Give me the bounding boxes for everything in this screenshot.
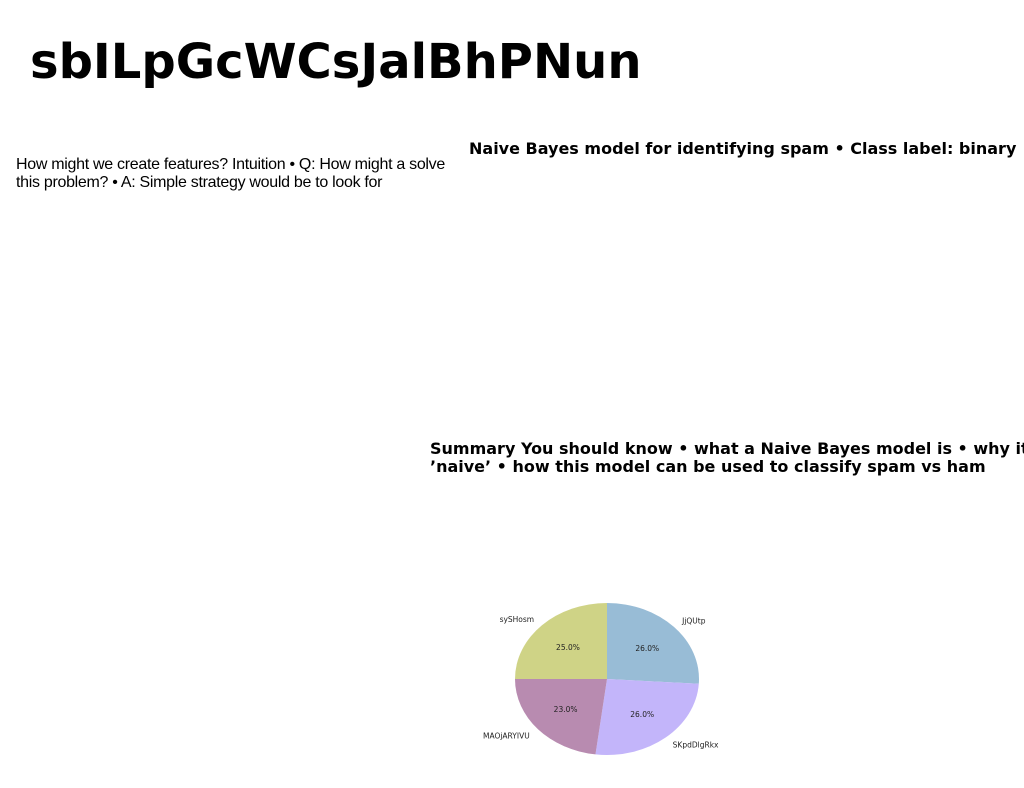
pie-category-label: sySHosm	[500, 615, 535, 624]
pie-category-label: SKpdDlgRkx	[673, 741, 719, 750]
summary-line-2: ’naive’ • how this model can be used to …	[430, 457, 986, 476]
pie-pct-label: 26.0%	[630, 710, 654, 719]
page-title: sbILpGcWCsJalBhPNun	[30, 34, 642, 90]
pie-pct-label: 26.0%	[635, 644, 659, 653]
pie-category-label: MAOjARYIVU	[483, 731, 530, 740]
pie-chart: 26.0% JjQUtp 26.0% SKpdDlgRkx 23.0% MAOjARYIV…	[470, 590, 740, 770]
pie-slice-MAOjARYIVU	[515, 679, 607, 755]
summary-text: Summary You should know • what a Naive B…	[430, 440, 1024, 476]
intuition-text: How might we create features? Intuition …	[16, 156, 445, 191]
naive-bayes-heading: Naive Bayes model for identifying spam •…	[469, 139, 1017, 158]
pie-pct-label: 25.0%	[556, 643, 580, 652]
summary-line-1: Summary You should know • what a Naive B…	[430, 439, 1024, 458]
pie-chart-svg: 26.0% JjQUtp 26.0% SKpdDlgRkx 23.0% MAOjARYIV…	[483, 603, 719, 755]
pie-category-label: JjQUtp	[681, 617, 706, 626]
pie-pct-label: 23.0%	[554, 705, 578, 714]
